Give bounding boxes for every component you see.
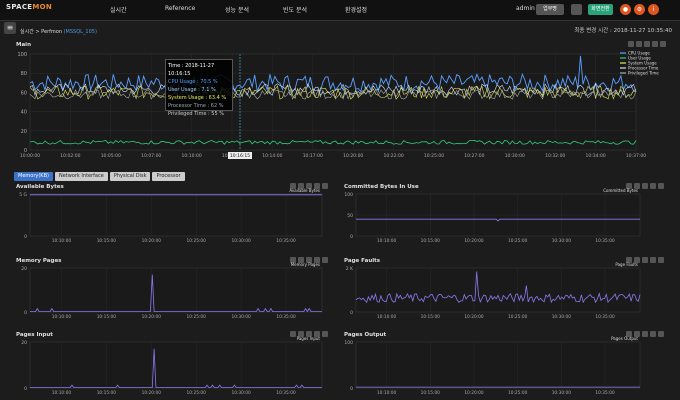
x-tick-label: 10:00:00: [20, 153, 40, 159]
tooltip-cpu: CPU Usage : 70.5 %: [168, 79, 218, 85]
x-tick-label: 10:14:00: [262, 153, 282, 159]
y-tick-label: 60: [21, 90, 27, 96]
expand-icon[interactable]: [322, 257, 328, 263]
image-icon[interactable]: [634, 331, 640, 337]
x-tick-label: 10:02:00: [60, 153, 80, 159]
tooltip-user: User Usage : 7.1 %: [168, 87, 216, 93]
x-tick-label: 10:25:00: [424, 153, 444, 159]
x-tick-label: 10:17:00: [303, 153, 323, 159]
x-tick-label: 10:05:00: [101, 153, 121, 159]
image-icon[interactable]: [298, 257, 304, 263]
filter-icon[interactable]: [314, 257, 320, 263]
export-icon[interactable]: [626, 257, 632, 263]
settings-icon[interactable]: [642, 257, 648, 263]
image-icon[interactable]: [634, 257, 640, 263]
filter-icon[interactable]: [314, 331, 320, 337]
x-tick-label: 10:07:00: [141, 153, 161, 159]
panel-title: Available Bytes: [16, 184, 64, 190]
cursor-label: 10:16:15: [230, 153, 250, 159]
panel-toolbar: [290, 331, 328, 337]
x-tick-label: 10:30:00: [505, 153, 525, 159]
chart-tooltip: Time : 2018-11-27 10:16:15 CPU Usage : 7…: [165, 59, 233, 117]
panel-toolbar: [626, 331, 664, 337]
panel-toolbar: [626, 257, 664, 263]
settings-icon[interactable]: [306, 331, 312, 337]
export-icon[interactable]: [290, 331, 296, 337]
expand-icon[interactable]: [322, 183, 328, 189]
image-icon[interactable]: [298, 183, 304, 189]
panel-available-bytes: Available Bytes: [14, 182, 332, 244]
export-icon[interactable]: [290, 257, 296, 263]
panel-title: Memory Pages: [16, 258, 62, 264]
filter-icon[interactable]: [650, 257, 656, 263]
export-icon[interactable]: [626, 183, 632, 189]
y-tick-label: 100: [17, 52, 27, 58]
x-tick-label: 10:20:00: [343, 153, 363, 159]
category-tabs: Memory(KB) Network Interface Physical Di…: [14, 172, 185, 181]
settings-icon[interactable]: [306, 183, 312, 189]
tooltip-privileged: Privileged Time : 55 %: [168, 111, 225, 117]
y-tick-label: 80: [21, 71, 27, 77]
expand-icon[interactable]: [658, 331, 664, 337]
panel-title: Page Faults: [344, 258, 381, 264]
filter-icon[interactable]: [650, 183, 656, 189]
settings-icon[interactable]: [306, 257, 312, 263]
expand-icon[interactable]: [658, 183, 664, 189]
panel-title: Committed Bytes In Use: [344, 184, 419, 190]
expand-icon[interactable]: [322, 331, 328, 337]
settings-icon[interactable]: [642, 183, 648, 189]
panel-toolbar: [626, 183, 664, 189]
export-icon[interactable]: [290, 183, 296, 189]
panel-pages-output: Pages Output: [342, 330, 668, 396]
image-icon[interactable]: [298, 331, 304, 337]
tab-physical-disk[interactable]: Physical Disk: [109, 172, 151, 181]
panel-toolbar: [290, 257, 328, 263]
panel-page-faults: Page Faults: [342, 256, 668, 318]
panel-memory-pages: Memory Pages: [14, 256, 332, 318]
y-tick-label: 40: [21, 110, 27, 116]
panel-title: Pages Output: [344, 332, 387, 338]
panel-title: Pages Input: [16, 332, 53, 338]
image-icon[interactable]: [634, 183, 640, 189]
plot-area: [29, 53, 637, 151]
panel-toolbar: [290, 183, 328, 189]
x-tick-label: 10:34:00: [585, 153, 605, 159]
x-tick-label: 10:27:00: [464, 153, 484, 159]
panel-committed-bytes: Committed Bytes In Use: [342, 182, 668, 244]
tooltip-system: System Usage : 63.4 %: [168, 95, 227, 101]
panel-pages-input: Pages Input: [14, 330, 332, 396]
expand-icon[interactable]: [658, 257, 664, 263]
tab-memory[interactable]: Memory(KB): [14, 172, 53, 181]
tooltip-processor: Processor Time : 62 %: [168, 103, 224, 109]
filter-icon[interactable]: [314, 183, 320, 189]
tab-network-interface[interactable]: Network Interface: [54, 172, 108, 181]
export-icon[interactable]: [626, 331, 632, 337]
x-tick-label: 10:22:00: [383, 153, 403, 159]
settings-icon[interactable]: [642, 331, 648, 337]
filter-icon[interactable]: [650, 331, 656, 337]
tooltip-time: Time : 2018-11-27 10:16:15: [168, 63, 215, 77]
legend-label: Privileged Time: [628, 71, 659, 76]
tab-processor[interactable]: Processor: [152, 172, 185, 181]
x-tick-label: 10:10:00: [181, 153, 201, 159]
y-tick-label: 20: [21, 129, 27, 135]
x-tick-label: 10:32:00: [545, 153, 565, 159]
x-tick-label: 10:37:00: [626, 153, 646, 159]
